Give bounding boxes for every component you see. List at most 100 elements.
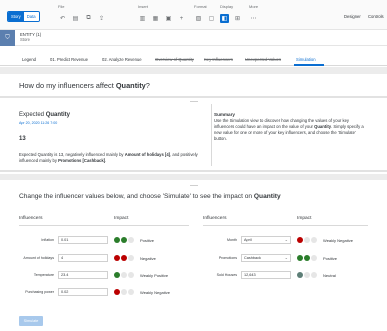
impact-dot bbox=[311, 255, 317, 261]
impact-dot bbox=[121, 237, 127, 243]
impact-indicator bbox=[114, 237, 134, 243]
tab-legend[interactable]: Legend bbox=[22, 57, 36, 62]
question-prefix: How do my influencers affect bbox=[19, 81, 116, 90]
chevron-down-icon[interactable]: ⌄ bbox=[285, 255, 288, 261]
expected-description: Expected Quantity is 13, negatively infl… bbox=[19, 152, 204, 164]
format-icon[interactable]: ▧ bbox=[194, 14, 203, 23]
impact-dot bbox=[128, 289, 134, 295]
impact-dot bbox=[128, 237, 134, 243]
save-icon[interactable]: ▤ bbox=[71, 14, 80, 23]
tab-predict-revenue[interactable]: 01. Predict Revenue bbox=[50, 57, 88, 62]
undo-icon[interactable]: ↶ bbox=[58, 14, 67, 23]
copy-icon[interactable]: ⧉ bbox=[84, 14, 93, 23]
resize-handle[interactable] bbox=[190, 185, 198, 186]
purchasing-power-input[interactable]: 0.02 bbox=[58, 288, 108, 296]
month-select[interactable]: April ⌄ bbox=[241, 236, 291, 244]
impact-indicator bbox=[297, 255, 317, 261]
impact-dot bbox=[114, 237, 120, 243]
group-label-more: More bbox=[249, 4, 259, 9]
share-icon[interactable]: ⇪ bbox=[97, 14, 106, 23]
filter-icon[interactable]: ⊞ bbox=[233, 14, 242, 23]
influencer-label: Amount of holidays bbox=[23, 256, 54, 260]
impact-dot bbox=[311, 272, 317, 278]
page-question: How do my influencers affect Quantity? bbox=[19, 81, 150, 90]
expected-title-prefix: Expected bbox=[19, 112, 46, 118]
influencer-label: Inflation bbox=[41, 238, 54, 242]
impact-dot bbox=[297, 255, 303, 261]
resize-handle[interactable] bbox=[190, 101, 198, 102]
expected-text-3: . bbox=[105, 158, 107, 163]
layout-icon[interactable]: ▢ bbox=[207, 14, 216, 23]
influencer-label: Sold Houses bbox=[216, 273, 237, 277]
question-target: Quantity bbox=[115, 81, 146, 90]
controls-button[interactable]: Controls bbox=[368, 14, 384, 19]
designer-button[interactable]: Designer bbox=[344, 14, 361, 19]
influencer-label: Month bbox=[227, 238, 237, 242]
simulation-title-target: Quantity bbox=[253, 193, 281, 200]
sold-houses-input[interactable]: 12,643 bbox=[241, 271, 291, 279]
story-toggle-button[interactable]: Story bbox=[8, 12, 24, 21]
panel-divider bbox=[211, 104, 212, 166]
entity-filter[interactable]: ENTITY (1) Store bbox=[20, 32, 41, 42]
impact-dot bbox=[311, 237, 317, 243]
impact-dot bbox=[128, 255, 134, 261]
expected-positive-influencer: Promotions [Cashback] bbox=[58, 158, 106, 163]
impact-dot bbox=[304, 237, 310, 243]
grid-icon[interactable]: ▣ bbox=[164, 14, 173, 23]
influencer-label: Temperature bbox=[33, 273, 54, 277]
column-header-influencers: Influencers bbox=[19, 216, 43, 221]
impact-label: Weakly Negative bbox=[140, 290, 170, 295]
impact-dot bbox=[114, 272, 120, 278]
entity-header bbox=[0, 30, 387, 46]
simulation-title: Change the influencer values below, and … bbox=[19, 193, 281, 200]
toolbar-group-insert: Insert ▥ ▦ ▣ + bbox=[138, 4, 186, 23]
page-tabs: Legend 01. Predict Revenue 02. Analyze R… bbox=[0, 52, 387, 66]
impact-label: Positive bbox=[140, 238, 155, 243]
column-header-rule bbox=[203, 225, 368, 226]
display-icon[interactable]: ◧ bbox=[220, 14, 229, 23]
toolbar-group-more: More ⋯ bbox=[249, 4, 258, 23]
divider bbox=[0, 96, 387, 98]
tab-overview-of-quantity[interactable]: Overview of Quantity bbox=[155, 57, 194, 62]
temperature-input[interactable]: 23.4 bbox=[58, 271, 108, 279]
impact-indicator bbox=[114, 289, 134, 295]
month-select-value: April bbox=[244, 238, 252, 242]
section-separator bbox=[0, 174, 387, 180]
filter-icon[interactable]: ⛉ bbox=[0, 30, 15, 46]
impact-dot bbox=[297, 272, 303, 278]
impact-indicator bbox=[297, 272, 317, 278]
impact-dot bbox=[304, 272, 310, 278]
impact-dot bbox=[304, 255, 310, 261]
chevron-down-icon[interactable]: ⌄ bbox=[285, 237, 288, 243]
inflation-input[interactable]: 0.01 bbox=[58, 236, 108, 244]
entity-sub-label: Store bbox=[20, 37, 31, 42]
impact-indicator bbox=[297, 237, 317, 243]
data-toggle-button[interactable]: Data bbox=[23, 12, 39, 21]
simulate-button[interactable]: Simulate bbox=[19, 316, 43, 326]
impact-label: Neutral bbox=[323, 273, 336, 278]
table-icon[interactable]: ▦ bbox=[151, 14, 160, 23]
impact-dot bbox=[297, 237, 303, 243]
tab-unexpected-values[interactable]: Unexpected Values bbox=[245, 57, 281, 62]
amount-of-holidays-input[interactable]: 4 bbox=[58, 254, 108, 262]
toolbar-group-format: Format ▧ ▢ bbox=[194, 4, 216, 23]
promotions-select[interactable]: Cashback ⌄ bbox=[241, 254, 291, 262]
summary-title: Summary bbox=[214, 112, 235, 117]
active-tab-indicator bbox=[294, 64, 324, 66]
divider bbox=[0, 170, 387, 172]
group-label-display: Display bbox=[220, 4, 234, 9]
more-icon[interactable]: ⋯ bbox=[249, 14, 258, 23]
tab-analyze-revenue[interactable]: 02. Analyze Revenue bbox=[102, 57, 142, 62]
chart-icon[interactable]: ▥ bbox=[138, 14, 147, 23]
impact-indicator bbox=[114, 255, 134, 261]
group-label-insert: Insert bbox=[138, 4, 149, 9]
expected-negative-influencer: Amount of holidays [4] bbox=[124, 152, 171, 157]
tab-key-influencers[interactable]: Key Influencers bbox=[204, 57, 233, 62]
promotions-select-value: Cashback bbox=[244, 256, 261, 260]
impact-label: Weakly Positive bbox=[140, 273, 169, 278]
simulation-title-prefix: Change the influencer values below, and … bbox=[19, 193, 254, 200]
group-label-file: File bbox=[58, 4, 65, 9]
tab-simulation[interactable]: Simulation bbox=[296, 57, 316, 62]
add-icon[interactable]: + bbox=[177, 14, 186, 23]
story-data-toggle[interactable]: Story Data bbox=[7, 11, 40, 22]
